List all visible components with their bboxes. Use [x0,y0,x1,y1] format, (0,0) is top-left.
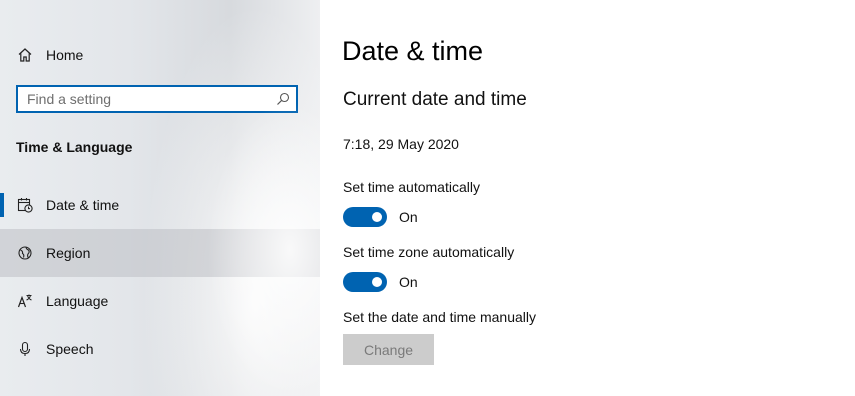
sidebar-item-label: Speech [46,341,94,357]
sidebar: Home Time & Language Date & time [0,0,320,396]
sidebar-item-language[interactable]: Language [0,277,320,325]
microphone-icon [16,340,34,358]
search-box[interactable] [16,85,298,113]
set-timezone-auto-row: On [343,272,418,292]
change-button[interactable]: Change [343,334,434,365]
selected-indicator [0,193,4,217]
set-timezone-auto-label: Set time zone automatically [343,244,515,260]
sidebar-item-date-time[interactable]: Date & time [0,181,320,229]
toggle-state-label: On [399,274,418,290]
section-title: Time & Language [16,139,133,155]
nav-home[interactable]: Home [0,38,320,72]
current-datetime: 7:18, 29 May 2020 [343,136,459,152]
set-time-auto-toggle[interactable] [343,207,387,227]
home-icon [16,46,34,64]
calendar-clock-icon [16,196,34,214]
sidebar-item-speech[interactable]: Speech [0,325,320,373]
page-title: Date & time [342,36,484,66]
set-manually-label: Set the date and time manually [343,309,537,325]
toggle-knob [372,277,382,287]
search-input[interactable] [27,87,272,111]
set-time-auto-row: On [343,207,418,227]
sidebar-item-region[interactable]: Region [0,229,320,277]
toggle-knob [372,212,382,222]
globe-icon [16,244,34,262]
set-time-auto-label: Set time automatically [343,179,480,195]
sidebar-item-label: Language [46,293,109,309]
sidebar-item-label: Region [46,245,91,261]
sidebar-item-label: Date & time [46,197,120,213]
toggle-state-label: On [399,209,418,225]
home-label: Home [46,47,84,63]
main-content: Date & time Current date and time 7:18, … [320,0,855,396]
language-icon [16,292,34,310]
section-heading: Current date and time [343,89,527,110]
set-timezone-auto-toggle[interactable] [343,272,387,292]
search-icon[interactable] [275,91,291,107]
